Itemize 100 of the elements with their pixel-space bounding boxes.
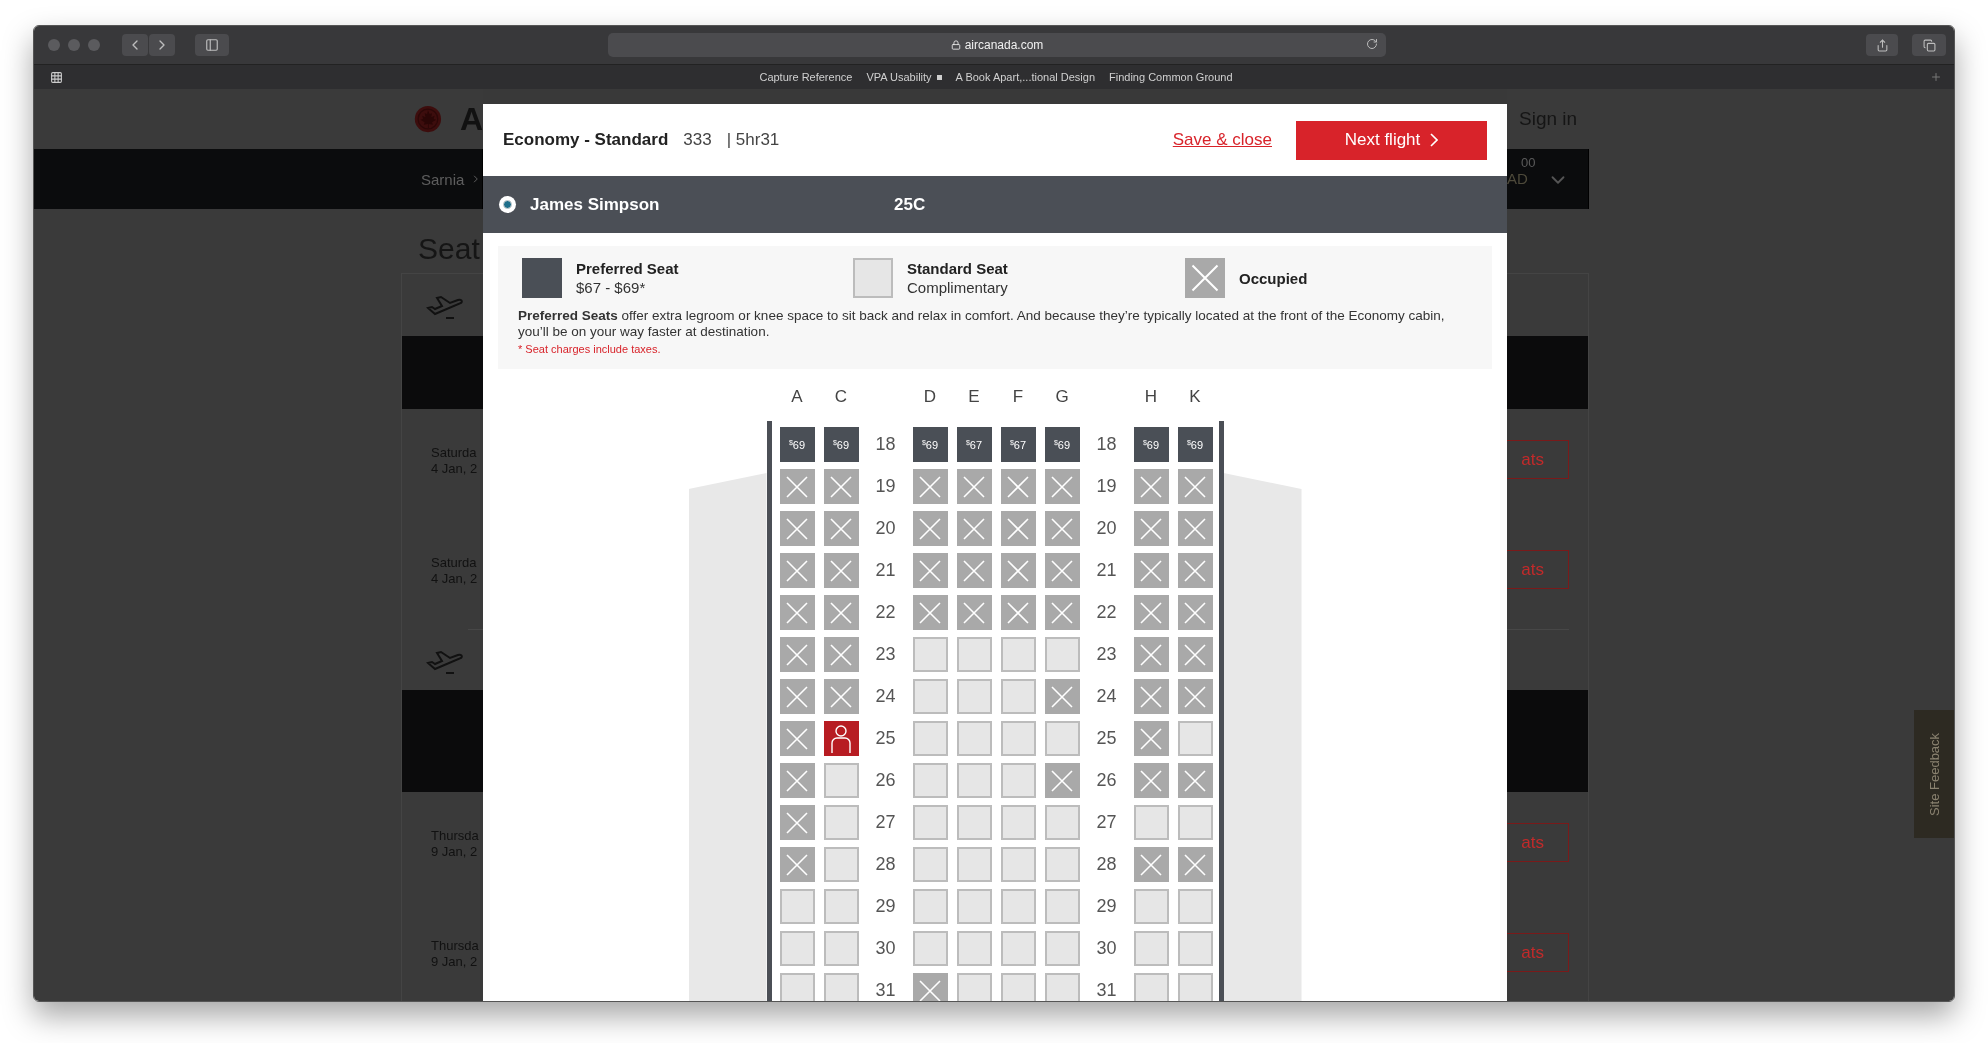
occupied-seat[interactable] bbox=[1177, 763, 1213, 798]
occupied-seat[interactable] bbox=[1177, 595, 1213, 630]
occupied-seat[interactable] bbox=[1044, 763, 1080, 798]
standard-seat[interactable] bbox=[1044, 847, 1080, 882]
standard-seat[interactable] bbox=[1177, 889, 1213, 924]
occupied-seat[interactable] bbox=[1177, 637, 1213, 672]
standard-seat[interactable] bbox=[956, 847, 992, 882]
occupied-seat[interactable] bbox=[1133, 637, 1169, 672]
occupied-seat[interactable] bbox=[823, 511, 859, 546]
address-bar[interactable]: aircanada.com bbox=[608, 33, 1386, 57]
occupied-seat[interactable] bbox=[1000, 595, 1036, 630]
standard-seat[interactable] bbox=[1177, 973, 1213, 1001]
occupied-seat[interactable] bbox=[1133, 511, 1169, 546]
share-button[interactable] bbox=[1866, 34, 1898, 56]
zoom-window-icon[interactable] bbox=[88, 39, 100, 51]
sidebar-button[interactable] bbox=[195, 34, 229, 56]
occupied-seat[interactable] bbox=[1177, 679, 1213, 714]
tabs-button[interactable] bbox=[1912, 34, 1946, 56]
standard-seat[interactable] bbox=[912, 763, 948, 798]
occupied-seat[interactable] bbox=[1000, 469, 1036, 504]
occupied-seat[interactable] bbox=[1044, 679, 1080, 714]
standard-seat[interactable] bbox=[912, 889, 948, 924]
save-close-link[interactable]: Save & close bbox=[1172, 130, 1272, 150]
selected-seat[interactable] bbox=[823, 721, 859, 756]
reload-icon[interactable] bbox=[1366, 38, 1378, 50]
occupied-seat[interactable] bbox=[779, 679, 815, 714]
occupied-seat[interactable] bbox=[1000, 553, 1036, 588]
standard-seat[interactable] bbox=[1133, 931, 1169, 966]
standard-seat[interactable] bbox=[823, 847, 859, 882]
bookmark-link[interactable]: Capture Reference bbox=[759, 71, 853, 83]
occupied-seat[interactable] bbox=[779, 511, 815, 546]
occupied-seat[interactable] bbox=[1177, 553, 1213, 588]
standard-seat[interactable] bbox=[956, 805, 992, 840]
occupied-seat[interactable] bbox=[823, 595, 859, 630]
standard-seat[interactable] bbox=[823, 763, 859, 798]
standard-seat[interactable] bbox=[1133, 889, 1169, 924]
grid-icon[interactable] bbox=[50, 70, 63, 84]
occupied-seat[interactable] bbox=[779, 553, 815, 588]
back-button[interactable] bbox=[122, 34, 148, 56]
standard-seat[interactable] bbox=[1044, 805, 1080, 840]
occupied-seat[interactable] bbox=[956, 553, 992, 588]
bookmark-link[interactable]: A Book Apart,...tional Design bbox=[955, 71, 1096, 83]
standard-seat[interactable] bbox=[956, 721, 992, 756]
standard-seat[interactable] bbox=[779, 973, 815, 1001]
standard-seat[interactable] bbox=[956, 889, 992, 924]
standard-seat[interactable] bbox=[1044, 637, 1080, 672]
standard-seat[interactable] bbox=[956, 973, 992, 1001]
occupied-seat[interactable] bbox=[1177, 469, 1213, 504]
standard-seat[interactable] bbox=[1000, 679, 1036, 714]
occupied-seat[interactable] bbox=[1044, 469, 1080, 504]
occupied-seat[interactable] bbox=[956, 469, 992, 504]
occupied-seat[interactable] bbox=[912, 973, 948, 1001]
next-flight-button[interactable]: Next flight bbox=[1296, 120, 1487, 160]
occupied-seat[interactable] bbox=[1133, 679, 1169, 714]
standard-seat[interactable] bbox=[912, 721, 948, 756]
occupied-seat[interactable] bbox=[823, 469, 859, 504]
bookmark-link[interactable]: Finding Common Ground bbox=[1109, 71, 1233, 83]
standard-seat[interactable] bbox=[912, 637, 948, 672]
standard-seat[interactable] bbox=[823, 805, 859, 840]
standard-seat[interactable] bbox=[1044, 931, 1080, 966]
standard-seat[interactable] bbox=[823, 973, 859, 1001]
bookmark-link[interactable]: VPA Usability bbox=[866, 71, 942, 83]
standard-seat[interactable] bbox=[912, 847, 948, 882]
occupied-seat[interactable] bbox=[1133, 721, 1169, 756]
standard-seat[interactable] bbox=[1044, 721, 1080, 756]
occupied-seat[interactable] bbox=[779, 805, 815, 840]
occupied-seat[interactable] bbox=[956, 595, 992, 630]
standard-seat[interactable] bbox=[1000, 889, 1036, 924]
standard-seat[interactable] bbox=[1044, 889, 1080, 924]
standard-seat[interactable] bbox=[1000, 847, 1036, 882]
occupied-seat[interactable] bbox=[779, 595, 815, 630]
standard-seat[interactable] bbox=[1000, 637, 1036, 672]
occupied-seat[interactable] bbox=[823, 637, 859, 672]
standard-seat[interactable] bbox=[912, 931, 948, 966]
standard-seat[interactable] bbox=[956, 931, 992, 966]
standard-seat[interactable] bbox=[1133, 805, 1169, 840]
occupied-seat[interactable] bbox=[1000, 511, 1036, 546]
occupied-seat[interactable] bbox=[823, 553, 859, 588]
occupied-seat[interactable] bbox=[1177, 847, 1213, 882]
plus-icon[interactable] bbox=[1930, 71, 1942, 83]
occupied-seat[interactable] bbox=[912, 511, 948, 546]
occupied-seat[interactable] bbox=[1133, 553, 1169, 588]
standard-seat[interactable] bbox=[1177, 721, 1213, 756]
standard-seat[interactable] bbox=[912, 679, 948, 714]
occupied-seat[interactable] bbox=[1133, 847, 1169, 882]
occupied-seat[interactable] bbox=[779, 721, 815, 756]
occupied-seat[interactable] bbox=[779, 763, 815, 798]
standard-seat[interactable] bbox=[956, 679, 992, 714]
occupied-seat[interactable] bbox=[1044, 595, 1080, 630]
occupied-seat[interactable] bbox=[912, 469, 948, 504]
standard-seat[interactable] bbox=[1177, 931, 1213, 966]
standard-seat[interactable] bbox=[956, 763, 992, 798]
standard-seat[interactable] bbox=[1000, 973, 1036, 1001]
occupied-seat[interactable] bbox=[1133, 595, 1169, 630]
standard-seat[interactable] bbox=[912, 805, 948, 840]
standard-seat[interactable] bbox=[1000, 721, 1036, 756]
standard-seat[interactable] bbox=[956, 637, 992, 672]
occupied-seat[interactable] bbox=[1133, 469, 1169, 504]
occupied-seat[interactable] bbox=[956, 511, 992, 546]
minimize-window-icon[interactable] bbox=[68, 39, 80, 51]
